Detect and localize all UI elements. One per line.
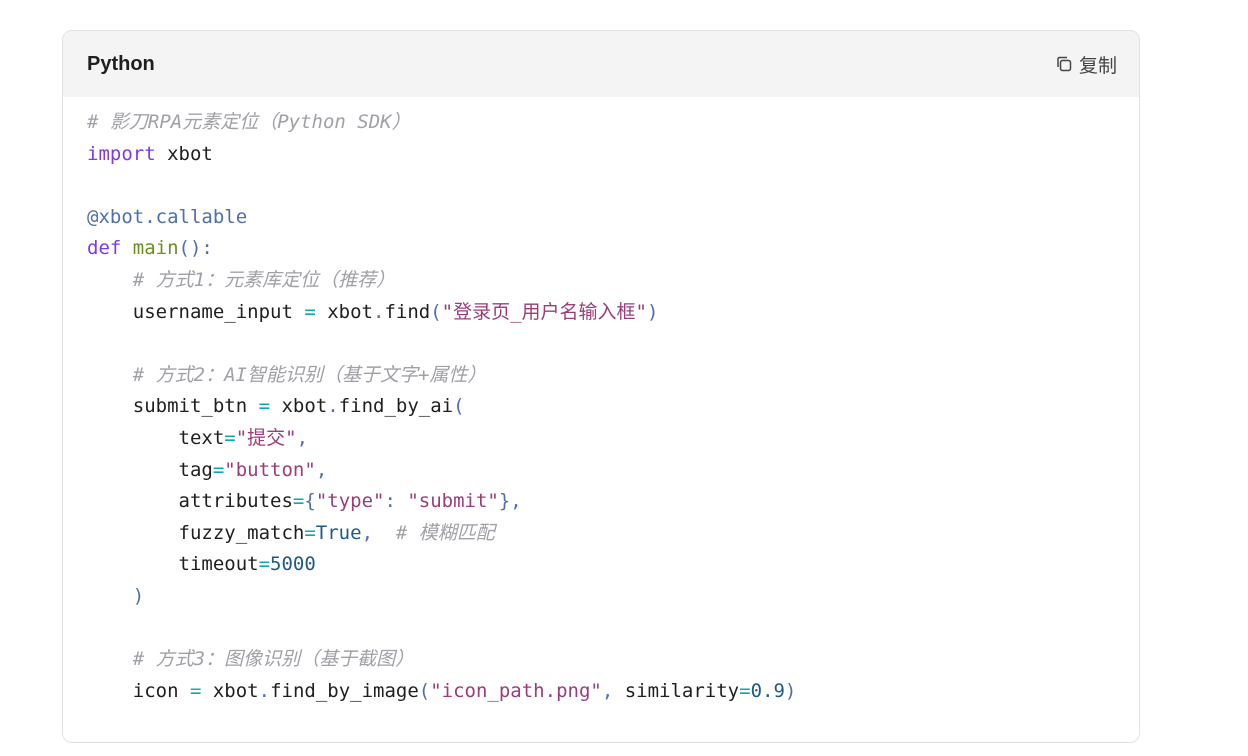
code-line: def main():: [87, 233, 1115, 265]
code-line: tag="button",: [87, 455, 1115, 487]
code-token-op: =: [304, 521, 316, 544]
code-line: text="提交",: [87, 423, 1115, 455]
code-token-punct: ,: [315, 458, 328, 481]
code-token-string: "登录页_用户名输入框": [441, 300, 647, 323]
code-token-comment: # 方式1：元素库定位（推荐）: [132, 268, 396, 291]
code-token-punct: ,: [601, 679, 614, 702]
code-token-punct: {: [304, 490, 316, 513]
code-token-plain: username_input: [87, 300, 305, 323]
code-token-keyword: import: [87, 142, 156, 165]
code-line: attributes={"type": "submit"},: [87, 486, 1115, 518]
code-token-punct: ,: [361, 521, 374, 544]
code-token-punct: :: [384, 490, 408, 513]
code-token-op: =: [292, 490, 305, 513]
code-line: submit_btn = xbot.find_by_ai(: [87, 391, 1115, 423]
code-token-op: =: [258, 553, 271, 576]
code-token-string: "icon_path.png": [430, 679, 602, 702]
copy-button[interactable]: 复制: [1055, 51, 1117, 78]
code-token-plain: xbot: [155, 142, 213, 165]
code-line: fuzzy_match=True, # 模糊匹配: [87, 518, 1115, 550]
code-token-comment: # 影刀RPA元素定位（Python SDK）: [87, 111, 411, 133]
code-token-plain: xbot: [270, 395, 328, 418]
code-token-op: =: [739, 679, 751, 702]
code-token-punct: (: [430, 300, 442, 323]
code-line: # 方式3：图像识别（基于截图）: [87, 644, 1115, 676]
code-token-plain: timeout: [87, 553, 259, 576]
code-token-plain: fuzzy_match: [87, 521, 305, 544]
code-token-plain: xbot: [201, 679, 259, 702]
code-token-string: "submit": [407, 490, 499, 513]
code-token-number: 5000: [270, 553, 316, 576]
code-line: # 影刀RPA元素定位（Python SDK）: [87, 107, 1115, 139]
code-token-keyword: def: [87, 237, 122, 260]
code-token-punct: ): [647, 300, 659, 323]
code-token-plain: tag: [87, 458, 213, 481]
code-token-punct: .: [373, 300, 385, 323]
code-token-bool: True: [315, 521, 362, 544]
code-line: # 方式1：元素库定位（推荐）: [87, 265, 1115, 297]
code-line: @xbot.callable: [87, 202, 1115, 234]
code-token-number: 0.9: [750, 679, 785, 702]
copy-label: 复制: [1078, 54, 1117, 77]
code-token-punct: ): [132, 584, 145, 607]
code-token-punct: ): [784, 679, 797, 702]
code-token-punct: ():: [178, 237, 213, 260]
code-token-string: "button": [224, 458, 316, 481]
code-token-plain: submit_btn: [87, 395, 259, 418]
code-line: username_input = xbot.find("登录页_用户名输入框"): [87, 297, 1115, 329]
code-token-op: =: [189, 679, 202, 702]
language-label: Python: [87, 52, 155, 75]
code-token-plain: find_by_image: [270, 679, 419, 702]
code-line: import xbot: [87, 139, 1115, 171]
code-token-punct: (: [418, 679, 431, 702]
code-line: # 方式2：AI智能识别（基于文字+属性）: [87, 360, 1115, 392]
code-token-punct: .: [327, 395, 339, 418]
code-token-plain: find_by_ai: [338, 395, 454, 418]
copy-icon: [1055, 55, 1073, 73]
code-token-string: "提交": [235, 426, 297, 449]
code-block-header: Python 复制: [63, 31, 1139, 97]
code-token-punct: .: [258, 679, 271, 702]
code-token-op: =: [224, 426, 236, 449]
code-token-plain: similarity: [613, 679, 740, 702]
code-line: icon = xbot.find_by_image("icon_path.png…: [87, 676, 1115, 708]
code-content[interactable]: # 影刀RPA元素定位（Python SDK） import xbot @xbot…: [63, 97, 1139, 707]
code-token-comment: # 方式3：图像识别（基于截图）: [132, 648, 415, 671]
code-token-plain: find: [384, 300, 431, 323]
code-token-func: main: [132, 237, 179, 260]
code-token-comment: # 方式2：AI智能识别（基于文字+属性）: [132, 363, 487, 386]
code-token-string: "type": [315, 490, 385, 513]
code-token-plain: icon: [87, 679, 190, 702]
code-token-comment: # 模糊匹配: [395, 521, 495, 544]
code-token-plain: xbot: [315, 300, 373, 323]
code-line: timeout=5000: [87, 549, 1115, 581]
code-block: Python 复制 # 影刀RPA元素定位（Python SDK） import …: [62, 30, 1140, 743]
code-token-op: =: [212, 458, 225, 481]
code-token-op: =: [258, 395, 271, 418]
code-token-decorator: @xbot.callable: [87, 205, 248, 228]
code-line: ): [87, 581, 1115, 613]
code-token-plain: text: [87, 426, 225, 449]
code-token-punct: (: [453, 395, 465, 418]
code-token-plain: attributes: [87, 490, 293, 513]
code-token-punct: },: [498, 490, 522, 513]
code-token-punct: ,: [296, 426, 309, 449]
code-token-op: =: [304, 300, 316, 323]
